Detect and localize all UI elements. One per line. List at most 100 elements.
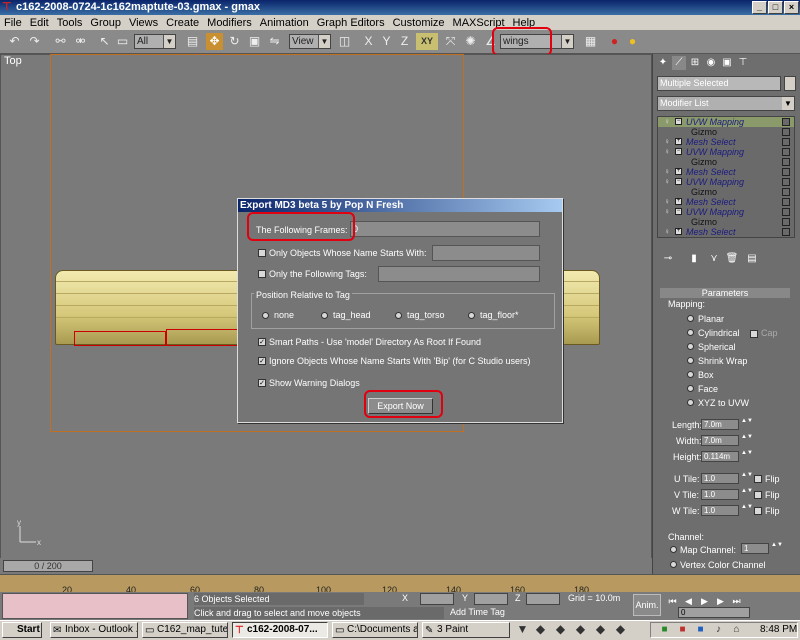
stack-item[interactable]: ♀ + Mesh Select bbox=[658, 197, 794, 207]
undo-icon[interactable]: ↶ bbox=[6, 33, 23, 50]
select-arrow-icon[interactable]: ↖ bbox=[96, 33, 113, 50]
stack-toggle[interactable] bbox=[782, 128, 790, 136]
add-time-tag-button[interactable]: Add Time Tag bbox=[450, 607, 505, 617]
stack-item[interactable]: ♀ − UVW Mapping bbox=[658, 147, 794, 157]
stack-item[interactable]: ♀ − UVW Mapping bbox=[658, 207, 794, 217]
vflip-checkbox[interactable] bbox=[754, 491, 762, 499]
radio-tag-head[interactable] bbox=[321, 312, 328, 319]
menu-graph-editors[interactable]: Graph Editors bbox=[313, 17, 389, 29]
map-channel-spinner-icon[interactable]: ▲▼ bbox=[771, 542, 783, 554]
wtile-field[interactable]: 1.0 bbox=[701, 505, 739, 516]
map-channel-field[interactable]: 1 bbox=[741, 543, 769, 554]
maximize-button[interactable]: □ bbox=[768, 1, 783, 14]
taskbar-overflow-icon[interactable]: ▼ bbox=[514, 621, 531, 638]
stack-subitem[interactable]: Gizmo bbox=[658, 157, 794, 167]
mirror-icon[interactable]: ⇋ bbox=[266, 33, 283, 50]
utile-field[interactable]: 1.0 bbox=[701, 473, 739, 484]
quicklaunch-icon[interactable]: ◆ bbox=[592, 621, 609, 638]
menu-create[interactable]: Create bbox=[162, 17, 203, 29]
smart-paths-checkbox[interactable]: ✓ bbox=[258, 338, 266, 346]
radio-xyz-to-uvw[interactable] bbox=[687, 399, 694, 406]
task-gmax[interactable]: ⊤ c162-2008-07... bbox=[232, 622, 328, 638]
collapse-icon[interactable]: − bbox=[675, 118, 682, 125]
selection-filter-dropdown[interactable]: All ▼ bbox=[134, 34, 176, 49]
stack-subitem[interactable]: Gizmo bbox=[658, 187, 794, 197]
start-button[interactable]: Start bbox=[2, 622, 42, 638]
height-field[interactable]: 0.114m bbox=[701, 451, 739, 462]
unlink-icon[interactable]: ⚮ bbox=[72, 33, 89, 50]
tray-icon[interactable]: ■ bbox=[692, 621, 709, 638]
time-slider-thumb[interactable]: 0 / 200 bbox=[3, 560, 93, 572]
move-icon[interactable]: ✥ bbox=[206, 33, 223, 50]
stack-toggle[interactable] bbox=[782, 188, 790, 196]
only-tags-checkbox[interactable] bbox=[258, 270, 266, 278]
maxscript-listener[interactable] bbox=[2, 593, 188, 619]
menu-tools[interactable]: Tools bbox=[53, 17, 87, 29]
track-bar[interactable] bbox=[0, 574, 800, 592]
render-teapot-icon[interactable]: ● bbox=[606, 33, 623, 50]
pivot-center-icon[interactable]: ◫ bbox=[336, 33, 353, 50]
redo-icon[interactable]: ↷ bbox=[26, 33, 43, 50]
menu-customize[interactable]: Customize bbox=[389, 17, 449, 29]
only-objects-input[interactable] bbox=[432, 245, 540, 261]
restrict-x-icon[interactable]: X bbox=[360, 33, 377, 50]
modify-tab-icon[interactable]: ⟋ bbox=[672, 56, 686, 70]
quicklaunch-icon[interactable]: ◆ bbox=[612, 621, 629, 638]
expand-icon[interactable]: + bbox=[675, 168, 682, 175]
stack-item[interactable]: ♀ + Mesh Select bbox=[658, 167, 794, 177]
stack-item[interactable]: ♀ + Mesh Select bbox=[658, 137, 794, 147]
scale-icon[interactable]: ▣ bbox=[246, 33, 263, 50]
tray-icon[interactable]: ■ bbox=[656, 621, 673, 638]
bulb-icon[interactable]: ♀ bbox=[664, 167, 670, 177]
radio-cylindrical[interactable] bbox=[687, 329, 694, 336]
stack-item[interactable]: ♀ − UVW Mapping bbox=[658, 117, 794, 127]
bulb-icon[interactable]: ♀ bbox=[664, 207, 670, 217]
task-folder[interactable]: ▭ C162_map_tute bbox=[142, 622, 228, 638]
quicklaunch-icon[interactable]: ◆ bbox=[532, 621, 549, 638]
ignore-bip-checkbox[interactable]: ✓ bbox=[258, 357, 266, 365]
z-coord-field[interactable] bbox=[526, 593, 560, 605]
time-slider-track[interactable] bbox=[0, 558, 652, 574]
bulb-icon[interactable]: ♀ bbox=[664, 177, 670, 187]
vtile-spinner-icon[interactable]: ▲▼ bbox=[741, 488, 753, 500]
task-paint[interactable]: ✎ 3 Paint bbox=[422, 622, 510, 638]
selection-name-field[interactable]: Multiple Selected bbox=[657, 76, 781, 91]
current-frame-field[interactable]: 0 bbox=[678, 607, 750, 618]
animate-button[interactable]: Anim. bbox=[633, 594, 661, 616]
restrict-xy-button[interactable]: XY bbox=[416, 33, 438, 50]
snap-icon[interactable]: ✺ bbox=[462, 33, 479, 50]
close-button[interactable]: × bbox=[784, 1, 799, 14]
stack-toggle[interactable] bbox=[782, 158, 790, 166]
width-spinner-icon[interactable]: ▲▼ bbox=[741, 434, 753, 446]
quick-render-icon[interactable]: ● bbox=[624, 33, 641, 50]
dialog-title[interactable]: Export MD3 beta 5 by Pop N Fresh bbox=[238, 199, 562, 212]
menu-edit[interactable]: Edit bbox=[26, 17, 53, 29]
task-outlook[interactable]: ✉ Inbox - Outlook ... bbox=[50, 622, 138, 638]
stack-subitem[interactable]: Gizmo bbox=[658, 217, 794, 227]
radio-none[interactable] bbox=[262, 312, 269, 319]
modifier-list-dropdown[interactable]: Modifier List ▼ bbox=[657, 96, 795, 111]
stack-toggle[interactable] bbox=[782, 148, 790, 156]
radio-planar[interactable] bbox=[687, 315, 694, 322]
show-end-result-icon[interactable]: ▮ bbox=[687, 252, 701, 266]
radio-map-channel[interactable] bbox=[670, 546, 677, 553]
stack-toggle[interactable] bbox=[782, 208, 790, 216]
menu-modifiers[interactable]: Modifiers bbox=[203, 17, 256, 29]
volume-icon[interactable]: ♪ bbox=[710, 621, 727, 638]
wtile-spinner-icon[interactable]: ▲▼ bbox=[741, 504, 753, 516]
utile-spinner-icon[interactable]: ▲▼ bbox=[741, 472, 753, 484]
network-icon[interactable]: ⌂ bbox=[728, 621, 745, 638]
align-icon[interactable]: ⤧ bbox=[442, 33, 459, 50]
rotate-icon[interactable]: ↻ bbox=[226, 33, 243, 50]
radio-tag-floor[interactable] bbox=[468, 312, 475, 319]
menu-group[interactable]: Group bbox=[86, 17, 125, 29]
bulb-icon[interactable]: ♀ bbox=[664, 137, 670, 147]
quicklaunch-icon[interactable]: ◆ bbox=[552, 621, 569, 638]
expand-icon[interactable]: + bbox=[675, 138, 682, 145]
menu-animation[interactable]: Animation bbox=[256, 17, 313, 29]
make-unique-icon[interactable]: ⋎ bbox=[707, 252, 721, 266]
width-field[interactable]: 7.0m bbox=[701, 435, 739, 446]
stack-toggle[interactable] bbox=[782, 198, 790, 206]
collapse-icon[interactable]: − bbox=[675, 148, 682, 155]
stack-toggle[interactable] bbox=[782, 138, 790, 146]
